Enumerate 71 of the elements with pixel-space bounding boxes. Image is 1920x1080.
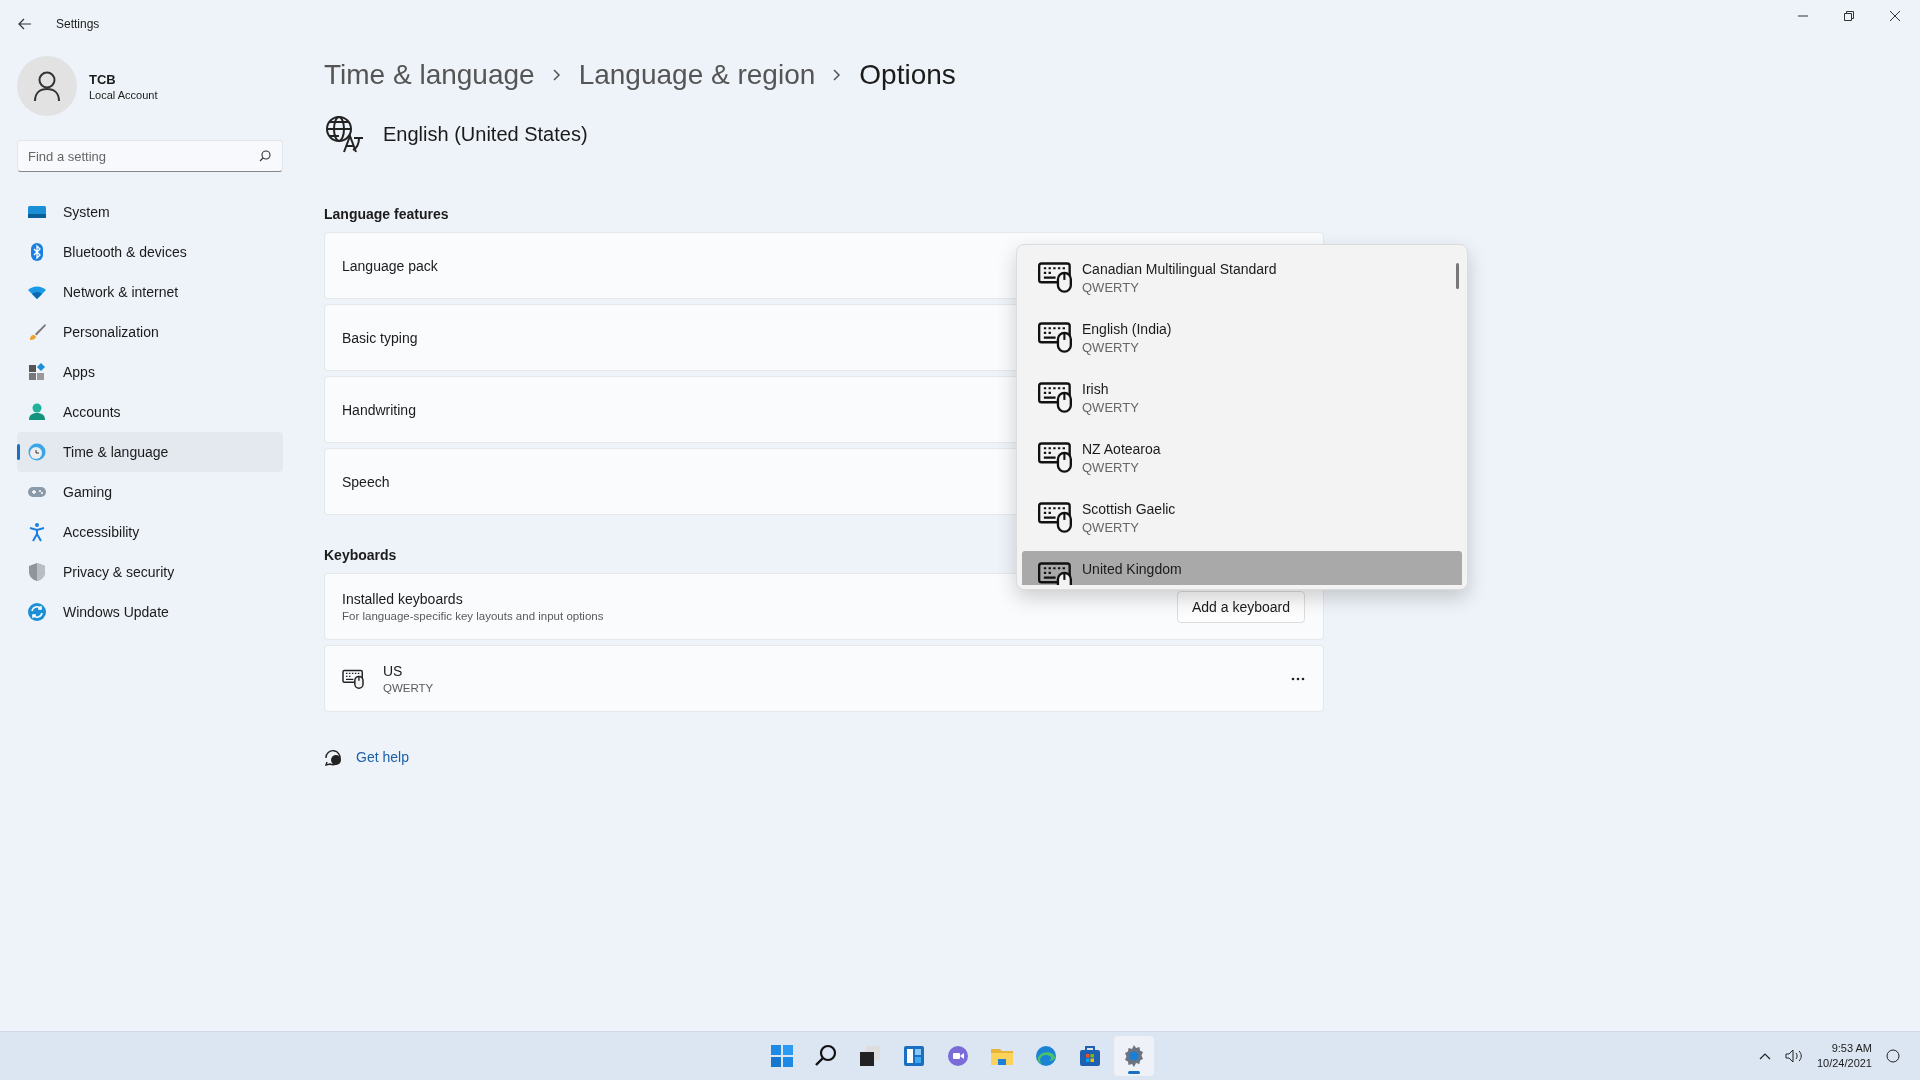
breadcrumb-link[interactable]: Time & language — [324, 59, 535, 91]
user-name: TCB — [89, 71, 117, 87]
widgets-icon — [902, 1044, 926, 1068]
sidebar-item[interactable]: System — [17, 192, 283, 232]
page-heading: English (United States) — [383, 122, 588, 146]
sidebar-item[interactable]: Bluetooth & devices — [17, 232, 283, 272]
help-icon — [324, 748, 342, 766]
keyboard-icon — [1038, 501, 1072, 533]
sidebar-item[interactable]: Network & internet — [17, 272, 283, 312]
browser-icon — [1034, 1044, 1058, 1068]
help-link[interactable]: Get help — [356, 749, 409, 765]
card-title: Language pack — [342, 257, 438, 274]
sidebar-item[interactable]: Windows Update — [17, 592, 283, 632]
clock-icon — [27, 442, 47, 462]
running-indicator — [1128, 1071, 1140, 1074]
apps-icon — [27, 362, 47, 382]
task-view-icon — [858, 1044, 882, 1068]
sidebar-item[interactable]: Accounts — [17, 392, 283, 432]
section-heading: Keyboards — [324, 547, 397, 563]
sidebar-item[interactable]: Privacy & security — [17, 552, 283, 592]
scrollbar[interactable] — [1456, 263, 1459, 289]
account-type: Local Account — [89, 88, 158, 101]
gear-icon — [1122, 1044, 1146, 1068]
search-icon[interactable] — [259, 150, 271, 162]
video-chat-icon — [946, 1044, 970, 1068]
shield-icon — [27, 562, 47, 582]
accessibility-icon — [27, 522, 47, 542]
add-keyboard-button[interactable]: Add a keyboard — [1176, 590, 1305, 623]
keyboard-icon — [1038, 261, 1072, 293]
sidebar-item[interactable]: Personalization — [17, 312, 283, 352]
person-icon — [27, 402, 47, 422]
restore-icon[interactable] — [1844, 11, 1854, 21]
keyboard-icon — [1038, 561, 1072, 585]
close-icon[interactable] — [1890, 11, 1900, 21]
sidebar-item[interactable]: Gaming — [17, 472, 283, 512]
card-title: Basic typing — [342, 329, 418, 346]
chevron-right-icon — [833, 69, 842, 81]
dropdown-item[interactable]: United Kingdom — [1022, 551, 1462, 585]
back-icon[interactable] — [18, 18, 32, 30]
speaker-icon[interactable] — [1784, 1049, 1803, 1063]
windows-logo-icon — [770, 1044, 794, 1068]
more-icon[interactable] — [1291, 676, 1305, 681]
sync-icon — [27, 602, 47, 622]
keyboard-icon — [1038, 381, 1072, 413]
card-description: QWERTY — [383, 682, 434, 694]
card-title: US — [383, 663, 403, 679]
section-heading: Language features — [324, 206, 449, 222]
settings-card[interactable]: US QWERTY — [324, 645, 1324, 712]
sidebar-item[interactable]: Apps — [17, 352, 283, 392]
card-title: Installed keyboards — [342, 591, 463, 607]
breadcrumb-current: Options — [859, 59, 956, 91]
chevron-right-icon — [552, 69, 561, 81]
sidebar-item[interactable]: Accessibility — [17, 512, 283, 552]
card-description: For language-specific key layouts and input options — [342, 610, 604, 622]
clock[interactable]: 9:53 AM 10/24/2021 — [1816, 1041, 1872, 1071]
notification-icon[interactable] — [1886, 1049, 1900, 1063]
keyboard-icon — [1038, 441, 1072, 473]
store-icon — [1078, 1044, 1102, 1068]
language-icon — [324, 114, 364, 154]
selection-indicator — [17, 444, 20, 460]
keyboard-icon — [342, 668, 364, 689]
brush-icon — [27, 322, 47, 342]
card-title: Speech — [342, 473, 390, 490]
card-title: Handwriting — [342, 401, 416, 418]
search-icon — [814, 1044, 838, 1068]
search-field[interactable]: Find a setting — [17, 140, 283, 172]
chevron-up-icon[interactable] — [1758, 1052, 1771, 1060]
sidebar-item[interactable]: Time & language — [17, 432, 283, 472]
breadcrumb-link[interactable]: Language & region — [578, 59, 816, 91]
keyboard-icon — [1038, 321, 1072, 353]
window-title: Settings — [56, 17, 100, 31]
